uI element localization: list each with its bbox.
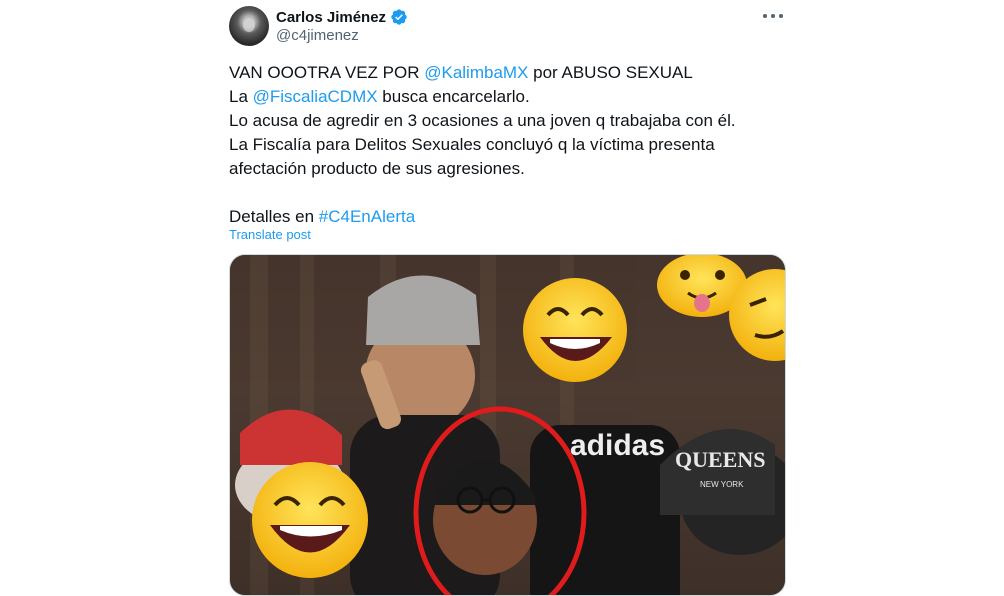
photo-illustration: adidas QUEENS NEW YORK: [230, 255, 785, 595]
tweet-line-4: La Fiscalía para Delitos Sexuales conclu…: [229, 135, 715, 154]
mention-link-fiscalia[interactable]: @FiscaliaCDMX: [253, 87, 378, 106]
tweet-line-6: Detalles en #C4EnAlerta: [229, 205, 789, 229]
translate-post-link[interactable]: Translate post: [229, 227, 311, 242]
tweet-text: VAN OOOTRA VEZ POR @KalimbaMX por ABUSO …: [229, 61, 789, 229]
cap-logo: QUEENS: [675, 447, 765, 472]
tweet-card: Carlos Jiménez @c4jimenez VAN OOOTRA VEZ…: [0, 0, 1004, 596]
shirt-logo: adidas: [570, 429, 665, 462]
avatar[interactable]: [229, 6, 269, 46]
line-spacer: [229, 181, 789, 205]
cap-sublabel: NEW YORK: [700, 480, 744, 489]
mention-link-kalimba[interactable]: @KalimbaMX: [424, 63, 528, 82]
author-name-row: Carlos Jiménez: [276, 7, 408, 27]
tweet-line-2: La @FiscaliaCDMX busca encarcelarlo.: [229, 85, 789, 109]
author-display-name[interactable]: Carlos Jiménez: [276, 9, 386, 26]
more-options-icon[interactable]: [763, 8, 785, 24]
tweet-photo[interactable]: adidas QUEENS NEW YORK: [229, 254, 786, 596]
tweet-line-5: afectación producto de sus agresiones.: [229, 159, 525, 178]
laughing-emoji-mask: [523, 278, 627, 382]
tweet-line-1: VAN OOOTRA VEZ POR @KalimbaMX por ABUSO …: [229, 61, 789, 85]
text-segment: Detalles en: [229, 207, 319, 226]
text-segment: VAN OOOTRA VEZ POR: [229, 63, 425, 82]
text-segment: busca encarcelarlo.: [377, 87, 530, 106]
tweet-line-3: Lo acusa de agredir en 3 ocasiones a una…: [229, 111, 736, 130]
author-handle[interactable]: @c4jimenez: [276, 27, 359, 44]
hashtag-link[interactable]: #C4EnAlerta: [319, 207, 415, 226]
text-segment: La: [229, 87, 253, 106]
verified-badge-icon: [391, 9, 407, 25]
text-segment: por ABUSO SEXUAL: [528, 63, 693, 82]
laughing-emoji-mask-2: [252, 462, 368, 578]
